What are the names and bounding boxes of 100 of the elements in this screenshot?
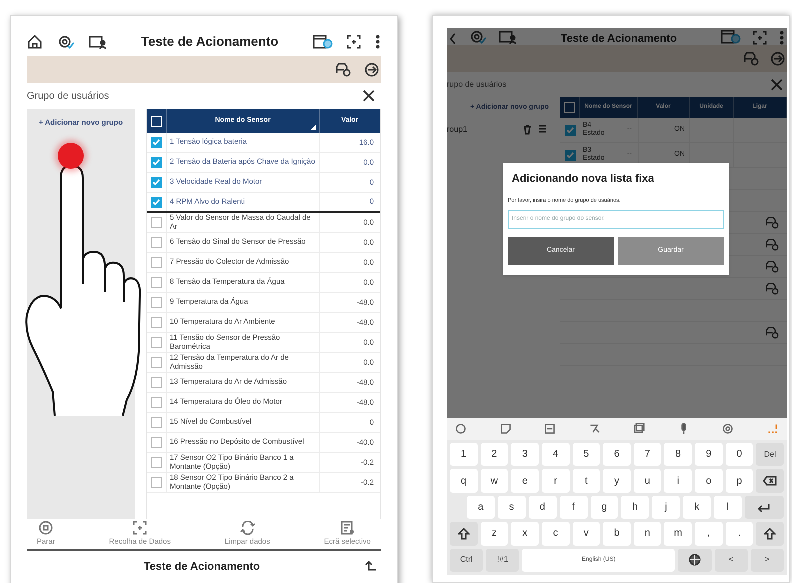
key[interactable]: b [603, 522, 631, 546]
checkbox[interactable] [151, 397, 162, 408]
key[interactable]: z [480, 522, 508, 546]
back-arrow-icon[interactable] [365, 561, 378, 573]
key[interactable]: f [560, 496, 588, 520]
checkbox[interactable] [151, 277, 162, 288]
stop-icon[interactable] [39, 520, 54, 535]
trash-icon[interactable] [523, 125, 532, 135]
car-gear-icon[interactable] [765, 216, 779, 228]
checkbox[interactable] [151, 317, 162, 328]
key[interactable]: g [590, 496, 618, 520]
checkbox[interactable] [151, 377, 162, 388]
sticker-icon[interactable] [500, 423, 512, 435]
checkbox[interactable] [151, 137, 162, 148]
key[interactable]: q [450, 469, 478, 493]
emoji-icon[interactable] [455, 423, 467, 435]
checkbox[interactable] [151, 297, 162, 308]
key[interactable]: 4 [542, 443, 570, 466]
close-icon[interactable] [363, 90, 375, 102]
clipboard-icon[interactable] [544, 423, 556, 435]
key[interactable]: u [634, 469, 662, 493]
checkbox[interactable] [151, 196, 162, 208]
car-gear-icon[interactable] [765, 282, 779, 294]
key[interactable]: 8 [664, 443, 692, 466]
globe-key[interactable] [678, 548, 712, 572]
key[interactable]: , [695, 522, 723, 546]
key[interactable]: p [726, 469, 754, 493]
checkbox[interactable] [151, 477, 162, 488]
shift-key[interactable] [756, 522, 784, 546]
key[interactable]: Ctrl [450, 548, 484, 572]
checkbox[interactable] [151, 217, 162, 228]
key[interactable]: 0 [726, 443, 754, 466]
checkbox[interactable] [151, 357, 162, 368]
copy-icon[interactable] [633, 423, 646, 435]
key[interactable]: c [542, 522, 570, 546]
list-icon[interactable] [538, 125, 547, 133]
key[interactable]: a [466, 496, 495, 520]
key[interactable]: x [511, 522, 539, 546]
refresh-icon[interactable] [240, 520, 256, 535]
key[interactable]: > [750, 548, 784, 572]
car-gear-icon[interactable] [765, 326, 779, 338]
car-gear-icon[interactable] [765, 260, 779, 272]
backspace-key[interactable] [756, 469, 784, 493]
select-all-checkbox[interactable] [151, 116, 162, 126]
sort-icon[interactable] [311, 125, 316, 130]
key[interactable]: !#1 [486, 548, 520, 572]
more-icon[interactable] [766, 423, 779, 435]
key[interactable]: 5 [572, 443, 600, 466]
back-icon[interactable] [449, 33, 457, 45]
checkbox[interactable] [564, 150, 576, 160]
scan-icon[interactable] [347, 35, 361, 49]
checkbox[interactable] [151, 437, 162, 448]
select-all-checkbox[interactable] [564, 102, 575, 113]
backspace-icon[interactable] [763, 476, 778, 486]
car-gear-icon[interactable] [335, 62, 351, 76]
key[interactable]: h [621, 496, 650, 520]
document-icon[interactable] [340, 520, 355, 535]
shift-key[interactable] [450, 522, 478, 546]
key[interactable]: v [572, 522, 600, 546]
car-gear-icon[interactable] [765, 238, 779, 250]
circle-arrow-icon[interactable] [365, 62, 379, 76]
key[interactable]: l [714, 496, 742, 520]
key[interactable]: w [480, 469, 508, 493]
checkbox[interactable] [151, 257, 162, 268]
shift-icon[interactable] [764, 528, 776, 540]
key[interactable]: s [498, 496, 526, 520]
key[interactable]: 9 [695, 443, 723, 466]
key[interactable]: o [695, 469, 723, 493]
key[interactable]: 3 [511, 443, 539, 466]
key[interactable]: < [714, 548, 748, 572]
calendar-icon[interactable] [313, 34, 333, 50]
enter-key[interactable] [744, 496, 784, 520]
globe-icon[interactable] [688, 554, 701, 566]
gear-icon[interactable] [57, 34, 75, 50]
key[interactable]: n [634, 522, 662, 546]
checkbox[interactable] [151, 337, 162, 348]
home-icon[interactable] [27, 34, 43, 50]
key[interactable]: t [572, 469, 600, 493]
monitor-user-icon[interactable] [89, 34, 107, 50]
key[interactable]: r [542, 469, 570, 493]
enter-icon[interactable] [757, 502, 772, 513]
key[interactable]: d [528, 496, 557, 520]
handwriting-icon[interactable] [588, 423, 601, 435]
key[interactable]: 1 [450, 443, 478, 466]
key[interactable]: Del [756, 443, 784, 466]
key[interactable]: i [664, 469, 692, 493]
group-name[interactable]: roup1 [447, 124, 468, 136]
key[interactable]: y [603, 469, 631, 493]
key[interactable]: 7 [634, 443, 662, 466]
checkbox[interactable] [151, 237, 162, 248]
key[interactable]: . [726, 522, 754, 546]
checkbox[interactable] [151, 157, 162, 168]
checkbox[interactable] [151, 417, 162, 428]
checkbox[interactable] [151, 177, 162, 188]
key[interactable]: m [664, 522, 692, 546]
shift-icon[interactable] [458, 528, 470, 540]
more-menu-icon[interactable] [375, 35, 381, 49]
checkbox[interactable] [564, 124, 576, 136]
key[interactable]: k [683, 496, 712, 520]
key[interactable]: 6 [603, 443, 631, 466]
